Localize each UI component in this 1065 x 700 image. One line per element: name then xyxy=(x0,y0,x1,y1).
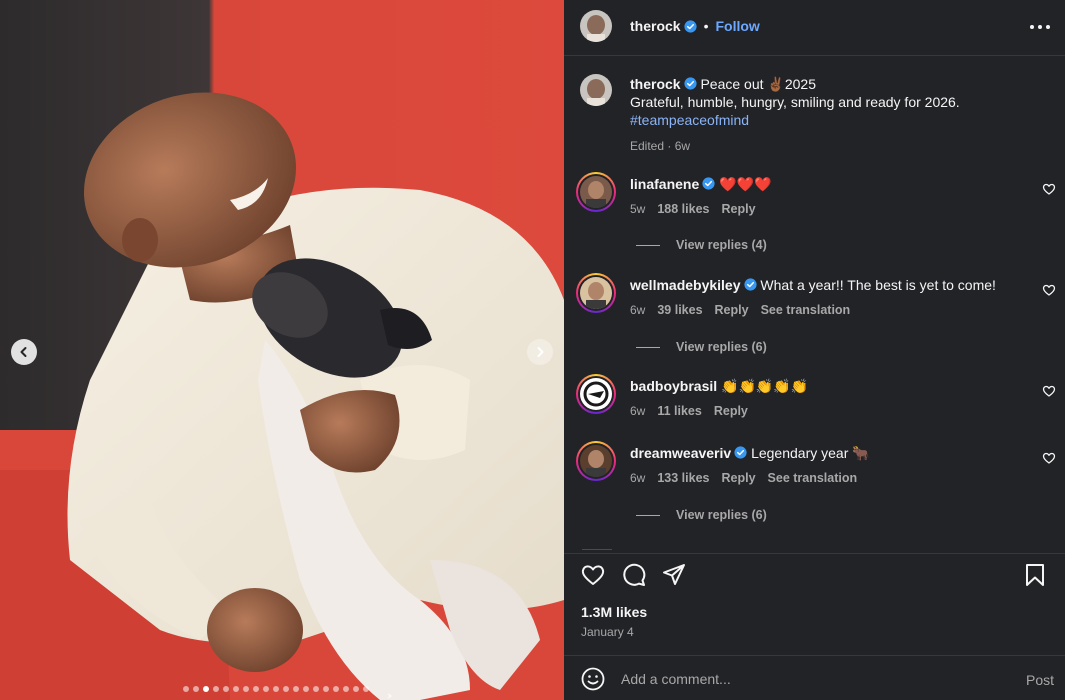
commenter-username[interactable]: badboybrasil xyxy=(630,378,717,394)
caption-line: Grateful, humble, hungry, smiling and re… xyxy=(630,94,960,110)
commenter-avatar[interactable] xyxy=(576,172,616,212)
carousel-dot xyxy=(343,686,349,692)
carousel-dot xyxy=(263,686,269,692)
commenter-avatar[interactable] xyxy=(576,441,616,481)
reply-button[interactable]: Reply xyxy=(715,301,749,319)
comment-age: 6w xyxy=(630,303,646,317)
header-separator: • xyxy=(703,18,709,34)
view-replies-button[interactable]: View replies (6) xyxy=(636,508,767,522)
view-replies-button[interactable]: View replies (4) xyxy=(636,238,767,252)
view-replies-label: View replies (4) xyxy=(676,238,767,252)
carousel-next-button[interactable] xyxy=(527,339,553,365)
commenter-username[interactable]: dreamweaveriv xyxy=(630,445,731,461)
reply-button[interactable]: Reply xyxy=(721,469,755,487)
replies-dash xyxy=(636,244,660,246)
carousel-dot xyxy=(323,686,329,692)
post-media xyxy=(0,0,564,700)
comment-heart-icon[interactable] xyxy=(1042,384,1056,398)
carousel-dot xyxy=(283,686,289,692)
caption-username[interactable]: therock xyxy=(630,76,681,92)
comment-text: 👏👏👏👏👏 xyxy=(721,378,809,394)
replies-dash xyxy=(636,346,660,348)
more-options-icon[interactable] xyxy=(1030,19,1050,35)
carousel-dot xyxy=(243,686,249,692)
caption-title: Peace out ✌🏾2025 xyxy=(700,76,816,92)
carousel-dot xyxy=(303,686,309,692)
post-actions xyxy=(580,562,1050,590)
header-divider xyxy=(564,55,1065,56)
caption-meta: Edited · 6w xyxy=(630,139,691,153)
carousel-dot xyxy=(203,686,209,692)
post-date: January 4 xyxy=(581,625,634,639)
caption-hashtag[interactable]: #teampeaceofmind xyxy=(630,111,1040,129)
carousel-dot xyxy=(213,686,219,692)
author-avatar[interactable] xyxy=(580,10,612,42)
post-photo xyxy=(0,0,564,700)
carousel-more-indicator xyxy=(387,686,395,699)
verified-badge-icon xyxy=(683,77,697,90)
carousel-dot xyxy=(353,686,359,692)
view-replies-button[interactable]: View replies (6) xyxy=(636,340,767,354)
carousel-dot xyxy=(293,686,299,692)
comment-likes[interactable]: 39 likes xyxy=(657,301,702,319)
comment-input[interactable] xyxy=(621,668,1001,690)
follow-button[interactable]: Follow xyxy=(715,18,759,34)
view-replies-label: View replies (6) xyxy=(676,508,767,522)
comment-text: What a year!! The best is yet to come! xyxy=(760,277,996,293)
carousel-dot xyxy=(273,686,279,692)
see-translation-button[interactable]: See translation xyxy=(768,469,858,487)
post-comment-button[interactable]: Post xyxy=(1026,672,1054,688)
scroll-hint xyxy=(582,549,612,550)
comment-icon[interactable] xyxy=(621,562,647,588)
carousel-dot xyxy=(233,686,239,692)
carousel-dot xyxy=(333,686,339,692)
comment-likes[interactable]: 188 likes xyxy=(657,200,709,218)
replies-dash xyxy=(636,514,660,516)
comment-heart-icon[interactable] xyxy=(1042,182,1056,196)
carousel-prev-button[interactable] xyxy=(11,339,37,365)
comment-heart-icon[interactable] xyxy=(1042,451,1056,465)
heart-icon[interactable] xyxy=(580,562,606,588)
comment-composer: Post xyxy=(564,656,1065,700)
verified-badge-icon xyxy=(734,446,747,459)
instagram-post-modal: therock • Follow therock Peace out ✌🏾202… xyxy=(0,0,1065,700)
carousel-dot xyxy=(313,686,319,692)
commenter-username[interactable]: wellmadebykiley xyxy=(630,277,741,293)
comment-likes[interactable]: 133 likes xyxy=(657,469,709,487)
verified-badge-icon xyxy=(683,19,697,33)
carousel-dot xyxy=(193,686,199,692)
verified-badge-icon xyxy=(702,177,715,190)
commenter-avatar[interactable] xyxy=(576,273,616,313)
share-icon[interactable] xyxy=(661,562,687,588)
likes-count[interactable]: 1.3M likes xyxy=(581,604,647,620)
comment-heart-icon[interactable] xyxy=(1042,283,1056,297)
author-username[interactable]: therock xyxy=(630,18,681,34)
comment-age: 5w xyxy=(630,202,646,216)
bookmark-icon[interactable] xyxy=(1022,562,1048,588)
comment-text: ❤️❤️❤️ xyxy=(719,176,772,192)
post-side-panel: therock • Follow therock Peace out ✌🏾202… xyxy=(564,0,1065,700)
carousel-dot xyxy=(183,686,189,692)
post-header: therock • Follow xyxy=(580,10,1050,46)
comment-text: Legendary year 🐂 xyxy=(751,445,870,461)
commenter-username[interactable]: linafanene xyxy=(630,176,699,192)
chevron-left-icon xyxy=(20,347,27,357)
commenter-avatar[interactable] xyxy=(576,374,616,414)
see-translation-button[interactable]: See translation xyxy=(761,301,851,319)
emoji-icon[interactable] xyxy=(581,667,605,691)
reply-button[interactable]: Reply xyxy=(721,200,755,218)
carousel-dot xyxy=(363,686,369,692)
comment-likes[interactable]: 11 likes xyxy=(657,402,702,420)
chevron-right-icon xyxy=(537,347,544,357)
verified-badge-icon xyxy=(743,278,757,291)
view-replies-label: View replies (6) xyxy=(676,340,767,354)
reply-button[interactable]: Reply xyxy=(714,402,748,420)
comment-age: 6w xyxy=(630,404,646,418)
comment-age: 6w xyxy=(630,471,646,485)
carousel-dot xyxy=(253,686,259,692)
carousel-indicator xyxy=(183,686,395,699)
carousel-dot xyxy=(223,686,229,692)
actions-divider xyxy=(564,553,1065,554)
caption-author-avatar[interactable] xyxy=(580,74,612,106)
